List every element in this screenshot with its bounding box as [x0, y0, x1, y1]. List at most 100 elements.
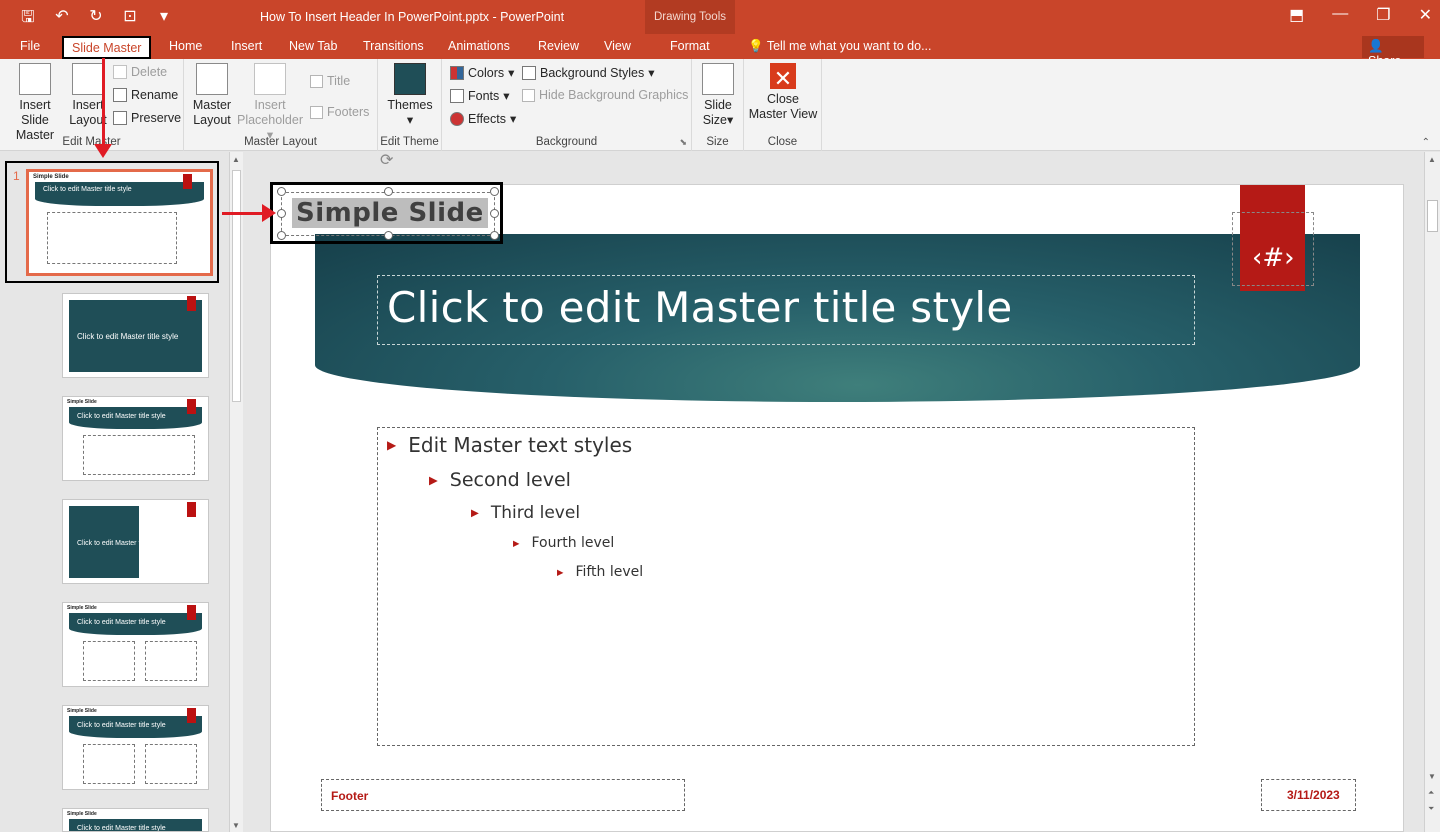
redo-icon[interactable]: ↻ [86, 6, 106, 33]
insert-slide-master-label-1: Insert Slide [19, 98, 51, 127]
insert-slide-master-button[interactable]: Insert Slide Master [4, 63, 66, 143]
insert-placeholder-button[interactable]: Insert Placeholder ▾ [234, 63, 306, 143]
footer-text: Footer [331, 789, 369, 803]
tab-review[interactable]: Review [538, 39, 579, 53]
tab-animations[interactable]: Animations [448, 39, 510, 53]
close-window-icon[interactable]: ✕ [1419, 5, 1432, 25]
close-master-view-button[interactable]: ✕ Close Master View [748, 63, 818, 122]
scroll-up-icon[interactable]: ▲ [1428, 155, 1436, 164]
layout-thumbnail-4[interactable]: Click to edit Master title style [62, 499, 209, 584]
collapse-ribbon-icon[interactable]: ⌃ [1422, 137, 1430, 148]
group-master-layout: Master Layout Insert Placeholder ▾ Title… [184, 59, 378, 151]
preserve-button[interactable]: Preserve [113, 111, 181, 125]
scroll-thumb[interactable] [1427, 200, 1438, 232]
colors-icon [450, 65, 464, 80]
present-icon[interactable]: ⊡ [120, 6, 140, 33]
resize-handle[interactable] [277, 209, 286, 218]
tell-me-box[interactable]: 💡 Tell me what you want to do... [748, 39, 932, 54]
tab-home[interactable]: Home [169, 39, 202, 53]
dropdown-arrow-icon: ▾ [508, 66, 515, 80]
selected-master-thumbnail[interactable]: 1 Simple Slide Click to edit Master titl… [5, 161, 219, 283]
tell-me-text: Tell me what you want to do... [766, 39, 932, 53]
close-master-label-2: Master View [748, 107, 818, 121]
layout-thumbnail-7[interactable]: Simple Slide Click to edit Master title … [62, 808, 209, 832]
master-layout-label-2: Layout [193, 113, 231, 127]
ribbon-display-icon[interactable]: ⬒ [1289, 5, 1304, 25]
resize-handle[interactable] [277, 231, 286, 240]
rename-label: Rename [131, 88, 179, 102]
delete-label: Delete [131, 65, 168, 79]
slide-scrollbar[interactable]: ▲ ▼ ⏶ ⏷ [1424, 152, 1440, 832]
layout-thumbnail-2[interactable]: Click to edit Master title style [62, 293, 209, 378]
hide-bg-checkbox[interactable]: Hide Background Graphics [522, 88, 688, 102]
footers-checkbox[interactable]: Footers [310, 105, 369, 119]
share-button[interactable]: 👤 Share [1362, 36, 1424, 68]
restore-icon[interactable]: ❐ [1376, 5, 1390, 25]
scroll-thumb[interactable] [232, 170, 241, 402]
tab-insert[interactable]: Insert [231, 39, 262, 53]
master-layout-button[interactable]: Master Layout [190, 63, 234, 128]
header-text[interactable]: Simple Slide [292, 198, 488, 228]
title-bar: 🖫 ↶ ↻ ⊡ ▾ How To Insert Header In PowerP… [0, 0, 1440, 58]
rename-button[interactable]: Rename [113, 88, 178, 102]
slide-size-button[interactable]: Slide Size▾ [698, 63, 738, 128]
slide-size-icon [702, 63, 734, 95]
layout-thumbnail-3[interactable]: Simple Slide Click to edit Master title … [62, 396, 209, 481]
master-layout-label-1: Master [192, 98, 232, 112]
footer-placeholder[interactable] [321, 779, 685, 811]
effects-button[interactable]: Effects ▾ [450, 111, 516, 126]
close-master-label-1: Close [767, 92, 799, 106]
customize-qat-icon[interactable]: ▾ [154, 6, 174, 33]
background-styles-button[interactable]: Background Styles ▾ [522, 65, 655, 80]
layout-icon [72, 63, 104, 95]
dialog-launcher-icon[interactable]: ⬊ [679, 137, 687, 148]
thumb-body-right [145, 641, 197, 681]
fonts-label: Fonts [468, 88, 500, 103]
bullet-icon: ▶ [471, 507, 479, 519]
previous-slide-icon[interactable]: ⏶ [1428, 788, 1434, 798]
minimize-icon[interactable]: — [1332, 5, 1348, 25]
colors-button[interactable]: Colors ▾ [450, 65, 514, 80]
group-label-master-layout: Master Layout [244, 136, 317, 148]
dropdown-arrow-icon: ▾ [406, 113, 414, 127]
annotation-arrow-right [222, 204, 276, 222]
slide-canvas[interactable]: Click to edit Master title style ‹#› ▶ Ed… [270, 184, 1404, 832]
resize-handle[interactable] [384, 231, 393, 240]
resize-handle[interactable] [277, 187, 286, 196]
fonts-button[interactable]: Fonts ▾ [450, 88, 510, 103]
tab-view[interactable]: View [604, 39, 631, 53]
layout-thumbnail-6[interactable]: Simple Slide Click to edit Master title … [62, 705, 209, 790]
group-label-edit-master: Edit Master [62, 136, 121, 148]
scroll-up-icon[interactable]: ▲ [232, 155, 240, 164]
scroll-down-icon[interactable]: ▼ [1428, 772, 1436, 781]
tab-new-tab[interactable]: New Tab [289, 39, 337, 53]
ribbon-tabs: File Slide Master Home Insert New Tab Tr… [0, 34, 1440, 68]
scroll-down-icon[interactable]: ▼ [232, 821, 240, 830]
resize-handle[interactable] [490, 209, 499, 218]
next-slide-icon[interactable]: ⏷ [1428, 804, 1434, 814]
effects-label: Effects [468, 111, 506, 126]
resize-handle[interactable] [384, 187, 393, 196]
insert-placeholder-label-1: Insert [254, 98, 286, 112]
rename-icon [113, 88, 127, 102]
thumbnail-scrollbar[interactable]: ▲ ▼ [229, 152, 243, 832]
tab-file[interactable]: File [20, 39, 40, 53]
tab-slide-master[interactable]: Slide Master [62, 36, 152, 59]
save-icon[interactable]: 🖫 [18, 6, 38, 33]
themes-button[interactable]: Themes ▾ [386, 63, 434, 128]
thumb-ribbon-tag [187, 708, 196, 723]
document-title: How To Insert Header In PowerPoint.pptx … [260, 10, 565, 24]
layout-thumbnail-5[interactable]: Simple Slide Click to edit Master title … [62, 602, 209, 687]
thumb-ribbon-tag [187, 605, 196, 620]
tab-transitions[interactable]: Transitions [363, 39, 424, 53]
undo-icon[interactable]: ↶ [52, 6, 72, 33]
resize-handle[interactable] [490, 187, 499, 196]
resize-handle[interactable] [490, 231, 499, 240]
delete-icon [113, 65, 127, 79]
title-checkbox[interactable]: Title [310, 74, 350, 88]
thumb-body [47, 212, 177, 264]
thumb-title: Click to edit Master title style [77, 722, 166, 729]
rotate-handle-icon[interactable]: ⟳ [380, 150, 393, 170]
tab-format[interactable]: Format [670, 39, 710, 53]
delete-button[interactable]: Delete [113, 65, 167, 79]
